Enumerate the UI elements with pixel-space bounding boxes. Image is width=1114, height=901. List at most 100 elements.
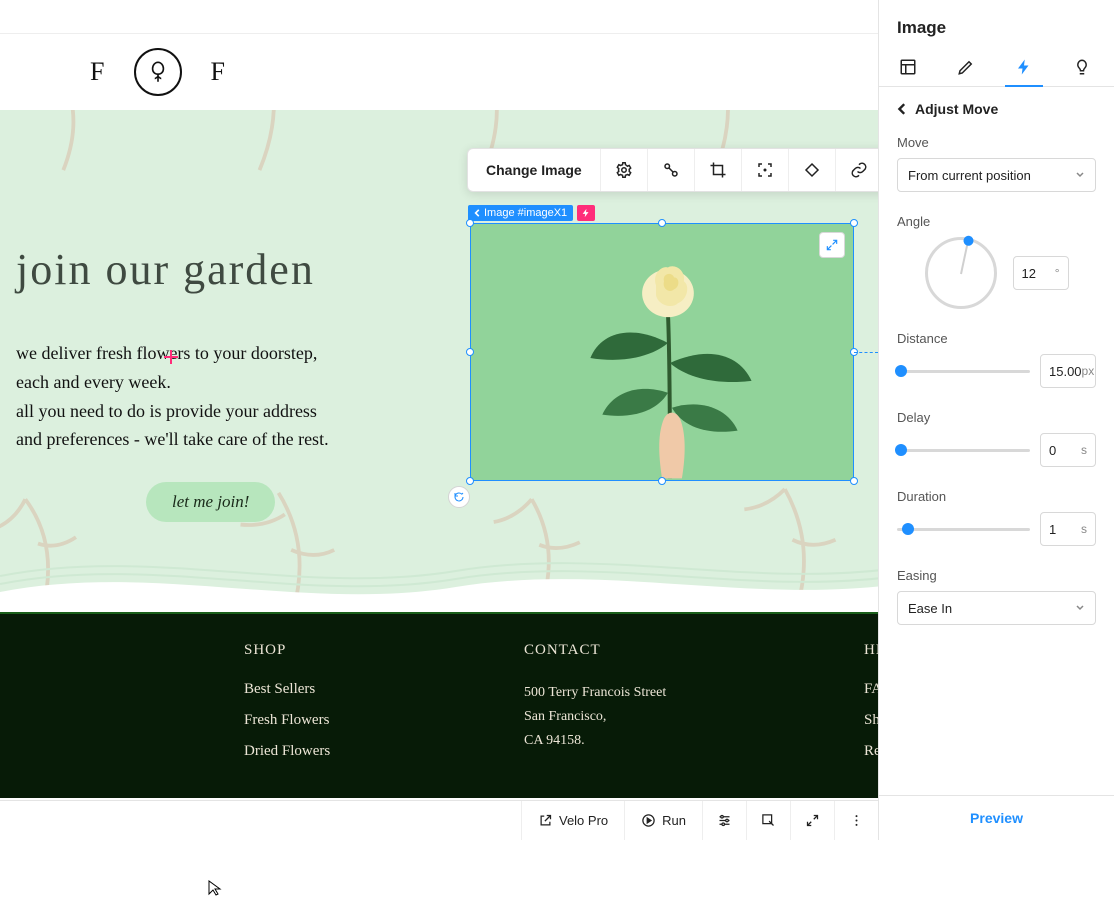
distance-input[interactable]: 15.00 px	[1040, 354, 1096, 388]
panel-tabs	[879, 50, 1114, 87]
panel-title: Image	[879, 0, 1114, 50]
selected-image[interactable]: Image #imageX1	[470, 223, 854, 481]
focal-point-icon[interactable]	[742, 149, 789, 191]
selected-image-content	[470, 223, 854, 481]
resize-handle[interactable]	[850, 219, 858, 227]
field-label: Distance	[897, 331, 1096, 346]
more-icon[interactable]	[834, 801, 878, 840]
play-icon	[641, 813, 656, 828]
run-button[interactable]: Run	[624, 801, 702, 840]
brand-letter-right: F	[210, 57, 226, 87]
footer-col-contact: CONTACT 500 Terry Francois Street San Fr…	[524, 642, 764, 798]
footer-heading: CONTACT	[524, 642, 764, 659]
adjust-icon[interactable]	[702, 801, 746, 840]
tab-layout[interactable]	[893, 50, 923, 86]
crop-icon[interactable]	[695, 149, 742, 191]
duration-slider[interactable]	[897, 528, 1030, 531]
animation-badge-icon[interactable]	[577, 205, 595, 221]
selection-label: Image #imageX1	[484, 207, 567, 219]
hero-line: we deliver fresh flowers to your doorste…	[16, 339, 436, 368]
hero-title: join our garden	[16, 244, 436, 295]
external-link-icon	[538, 813, 553, 828]
brand-logo-icon	[134, 48, 182, 96]
tab-design[interactable]	[951, 50, 981, 86]
input-unit: °	[1055, 266, 1060, 280]
delay-slider[interactable]	[897, 449, 1030, 452]
image-toolbar: Change Image	[467, 148, 930, 192]
select-value: From current position	[908, 168, 1031, 183]
field-duration: Duration 1 s	[897, 489, 1096, 546]
chevron-down-icon	[1075, 603, 1085, 613]
field-distance: Distance 15.00 px	[897, 331, 1096, 388]
input-unit: s	[1081, 522, 1087, 536]
footer-link[interactable]: Best Sellers	[244, 681, 424, 698]
change-image-button[interactable]: Change Image	[468, 149, 601, 191]
footer-col-shop: SHOP Best Sellers Fresh Flowers Dried Fl…	[244, 642, 424, 798]
behaviors-icon[interactable]	[648, 149, 695, 191]
distance-slider[interactable]	[897, 370, 1030, 373]
easing-select[interactable]: Ease In	[897, 591, 1096, 625]
field-angle: Angle 12 °	[897, 214, 1096, 309]
animation-icon[interactable]	[789, 149, 836, 191]
resize-handle[interactable]	[466, 477, 474, 485]
button-label: Velo Pro	[559, 813, 608, 828]
brand-letter-left: F	[90, 57, 106, 87]
hero-line: each and every week.	[16, 368, 436, 397]
snap-guide	[854, 352, 878, 353]
input-value: 15.00	[1049, 364, 1082, 379]
brand-block: F F	[90, 48, 227, 96]
panel-scroll-area[interactable]: Adjust Move Move From current position A…	[879, 87, 1114, 795]
input-value: 1	[1049, 522, 1056, 537]
reset-animation-icon[interactable]	[448, 486, 470, 508]
settings-icon[interactable]	[601, 149, 648, 191]
chevron-down-icon	[1075, 170, 1085, 180]
select-value: Ease In	[908, 601, 952, 616]
hero-text-block: join our garden we deliver fresh flowers…	[16, 244, 436, 522]
back-button[interactable]: Adjust Move	[897, 101, 1096, 117]
resize-handle[interactable]	[466, 348, 474, 356]
input-value: 0	[1049, 443, 1056, 458]
field-easing: Easing Ease In	[897, 568, 1096, 625]
duration-input[interactable]: 1 s	[1040, 512, 1096, 546]
hero-cta-button[interactable]: let me join!	[146, 482, 275, 522]
expand-icon[interactable]	[819, 232, 845, 258]
input-unit: s	[1081, 443, 1087, 457]
angle-input[interactable]: 12 °	[1013, 256, 1069, 290]
cursor-icon	[208, 880, 224, 896]
back-label: Adjust Move	[915, 101, 998, 117]
field-label: Move	[897, 135, 1096, 150]
field-delay: Delay 0 s	[897, 410, 1096, 467]
tab-animation[interactable]	[1009, 50, 1039, 86]
resize-handle[interactable]	[850, 477, 858, 485]
preview-button[interactable]: Preview	[879, 795, 1114, 840]
move-select[interactable]: From current position	[897, 158, 1096, 192]
hero-body: we deliver fresh flowers to your doorste…	[16, 339, 436, 454]
resize-handle[interactable]	[658, 219, 666, 227]
field-label: Easing	[897, 568, 1096, 583]
field-label: Angle	[897, 214, 1096, 229]
footer-text: CA 94158.	[524, 729, 764, 753]
velo-pro-button[interactable]: Velo Pro	[521, 801, 624, 840]
field-move: Move From current position	[897, 135, 1096, 192]
delay-input[interactable]: 0 s	[1040, 433, 1096, 467]
angle-dial[interactable]	[925, 237, 997, 309]
selection-breadcrumb[interactable]: Image #imageX1	[468, 205, 573, 221]
hero-line: and preferences - we'll take care of the…	[16, 425, 436, 454]
resize-handle[interactable]	[466, 219, 474, 227]
footer-heading: SHOP	[244, 642, 424, 659]
field-label: Delay	[897, 410, 1096, 425]
footer-link[interactable]: Dried Flowers	[244, 743, 424, 760]
field-label: Duration	[897, 489, 1096, 504]
footer-link[interactable]: Fresh Flowers	[244, 712, 424, 729]
button-label: Run	[662, 813, 686, 828]
hero-line: all you need to do is provide your addre…	[16, 397, 436, 426]
fullscreen-icon[interactable]	[790, 801, 834, 840]
tab-idea[interactable]	[1067, 50, 1097, 86]
footer-text: San Francisco,	[524, 705, 764, 729]
input-value: 12	[1022, 266, 1036, 281]
inspect-icon[interactable]	[746, 801, 790, 840]
properties-panel: Image Adjust Move Move From current posi…	[878, 0, 1114, 840]
resize-handle[interactable]	[658, 477, 666, 485]
bottom-bar: Velo Pro Run	[0, 800, 878, 840]
link-icon[interactable]	[836, 149, 883, 191]
